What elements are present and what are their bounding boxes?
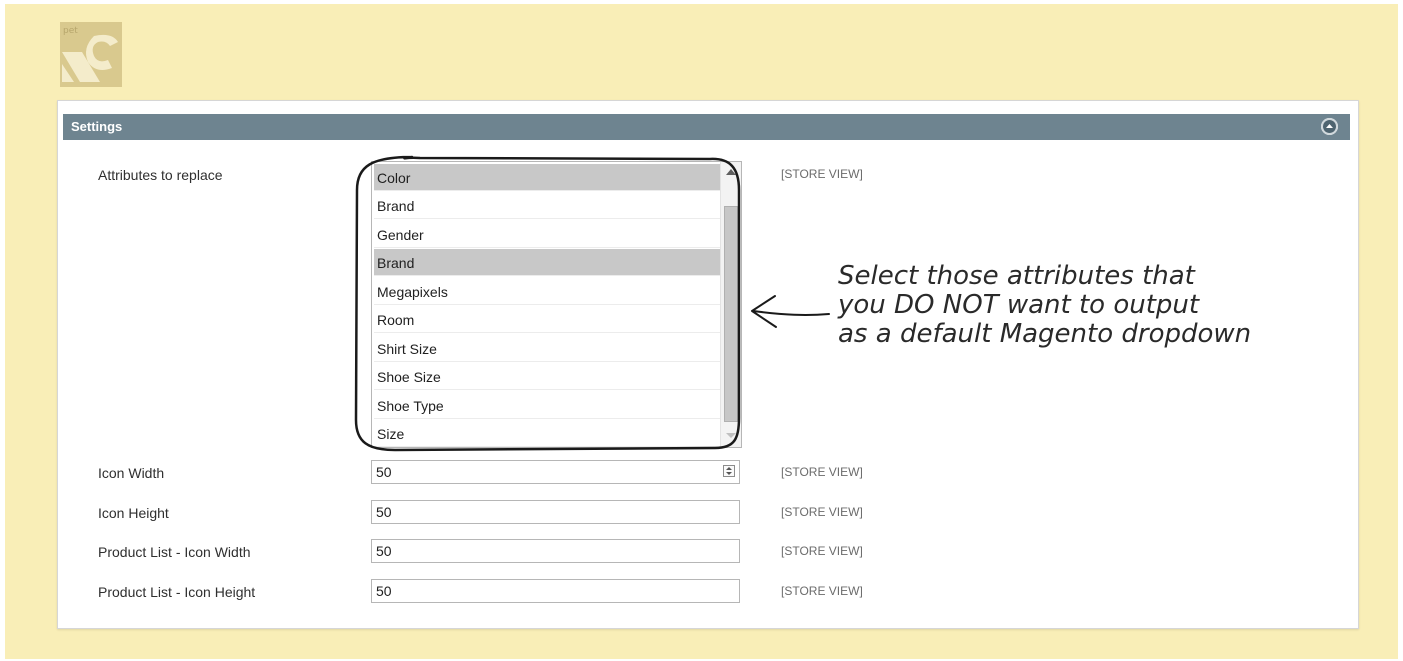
attribute-option[interactable]: Megapixels xyxy=(374,278,720,305)
icon-width-input[interactable]: 50 xyxy=(371,460,740,484)
annotation-line: as a default Magento dropdown xyxy=(838,319,1252,349)
attribute-option[interactable]: Room xyxy=(374,306,720,333)
svg-text:pet: pet xyxy=(63,26,78,36)
annotation-line: you DO NOT want to output xyxy=(838,290,1200,320)
logo: pet xyxy=(60,22,122,87)
field-value: 50 xyxy=(376,464,392,480)
multiselect-scrollbar[interactable] xyxy=(720,162,741,447)
attributes-multiselect[interactable]: Color Brand Gender Brand Megapixels Room… xyxy=(371,161,742,448)
scope-label: [STORE VIEW] xyxy=(781,167,863,181)
settings-body: Attributes to replace Color Brand Gender… xyxy=(63,140,1350,620)
settings-header[interactable]: Settings xyxy=(63,114,1350,140)
collapse-button[interactable] xyxy=(1321,118,1338,135)
scope-label: [STORE VIEW] xyxy=(781,465,863,479)
brand-logo-icon: pet xyxy=(60,22,122,87)
attribute-option[interactable]: Color xyxy=(374,164,720,191)
scroll-up-icon[interactable] xyxy=(726,169,736,175)
scope-label: [STORE VIEW] xyxy=(781,584,863,598)
annotation-note: Select those attributes that you DO NOT … xyxy=(838,262,1358,349)
settings-panel: Settings Attributes to replace Color Bra… xyxy=(57,100,1359,629)
icon-height-input[interactable]: 50 xyxy=(371,500,740,524)
scroll-thumb[interactable] xyxy=(724,206,738,422)
scope-label: [STORE VIEW] xyxy=(781,544,863,558)
attribute-option[interactable]: Shoe Size xyxy=(374,363,720,390)
attribute-option[interactable]: Size xyxy=(374,420,720,447)
attributes-label: Attributes to replace xyxy=(98,167,223,183)
field-label: Icon Height xyxy=(98,505,169,521)
field-value: 50 xyxy=(376,583,392,599)
annotation-line: Select those attributes that xyxy=(838,261,1195,291)
list-icon-height-input[interactable]: 50 xyxy=(371,579,740,603)
field-label: Product List - Icon Width xyxy=(98,544,251,560)
field-value: 50 xyxy=(376,543,392,559)
settings-title: Settings xyxy=(71,119,123,134)
field-label: Product List - Icon Height xyxy=(98,584,256,600)
attribute-option[interactable]: Shirt Size xyxy=(374,335,720,362)
attribute-option[interactable]: Brand xyxy=(374,192,720,219)
scope-label: [STORE VIEW] xyxy=(781,505,863,519)
attribute-option[interactable]: Shoe Type xyxy=(374,392,720,419)
scroll-down-icon[interactable] xyxy=(726,433,736,438)
attribute-option[interactable]: Gender xyxy=(374,221,720,248)
chevron-up-icon xyxy=(1323,120,1336,133)
list-icon-width-input[interactable]: 50 xyxy=(371,539,740,563)
field-value: 50 xyxy=(376,504,392,520)
attribute-option[interactable]: Brand xyxy=(374,249,720,276)
spinner-icon[interactable] xyxy=(723,465,735,477)
field-label: Icon Width xyxy=(98,465,165,481)
